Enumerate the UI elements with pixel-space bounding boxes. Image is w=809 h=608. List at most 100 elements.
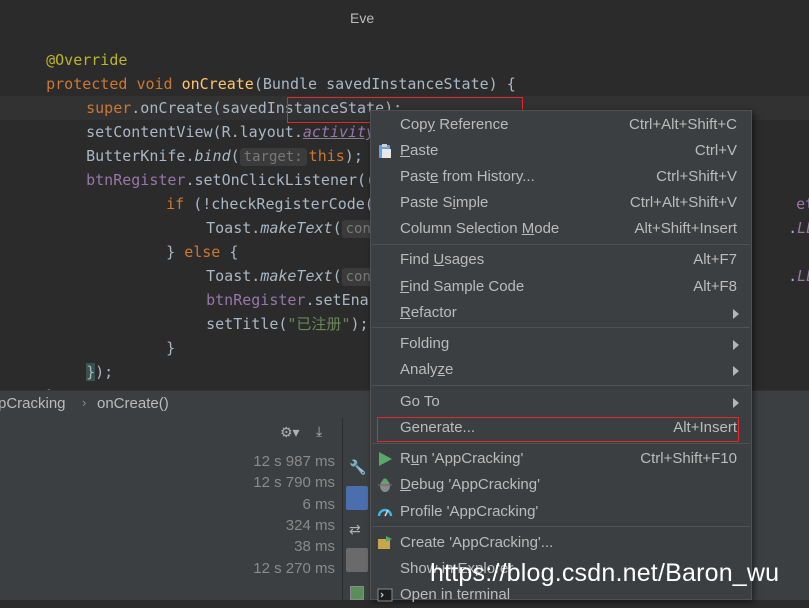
menu-item-create-config[interactable]: Create 'AppCracking'... bbox=[371, 530, 751, 556]
menu-item-debug[interactable]: Debug 'AppCracking' bbox=[371, 472, 751, 498]
timing-value: 12 s 790 ms bbox=[253, 474, 335, 491]
dot: . bbox=[788, 267, 798, 285]
timing-value: 6 ms bbox=[302, 496, 335, 513]
code-line-9[interactable]: } else { bbox=[130, 216, 238, 261]
code-line-6[interactable]: btnRegister.setOnClickListener(( bbox=[50, 144, 375, 189]
shortcut: Alt+Insert bbox=[673, 419, 737, 436]
tool-strip: Eve 🔧 ⇄ bbox=[342, 10, 374, 600]
code-line-10[interactable]: Toast.makeText(conte bbox=[170, 240, 394, 286]
shortcut: Ctrl+Shift+F10 bbox=[640, 450, 737, 467]
menu-item-go-to[interactable]: Go To bbox=[371, 389, 751, 415]
code-line-8[interactable]: Toast.makeText(conte bbox=[170, 192, 394, 238]
menu-item-label: Paste from History... bbox=[400, 168, 535, 185]
menu-item-column-selection-mode[interactable]: Column Selection Mode Alt+Shift+Insert bbox=[371, 216, 751, 242]
chat-icon[interactable] bbox=[346, 486, 368, 510]
menu-item-find-sample-code[interactable]: Find Sample Code Alt+F8 bbox=[371, 274, 751, 300]
menu-item-label: Profile 'AppCracking' bbox=[400, 503, 539, 520]
length-constant: LENGT bbox=[797, 267, 809, 285]
shortcut: Alt+F7 bbox=[693, 251, 737, 268]
menu-item-label: Debug 'AppCracking' bbox=[400, 476, 540, 493]
close-brace: } bbox=[166, 339, 176, 357]
menu-item-label: Paste Simple bbox=[400, 194, 489, 211]
submenu-arrow-icon bbox=[733, 366, 739, 376]
menu-separator bbox=[372, 244, 750, 245]
dot: . bbox=[788, 219, 798, 237]
watermark: https://blog.csdn.net/Baron_wu bbox=[430, 559, 780, 587]
menu-item-paste[interactable]: Paste Ctrl+V bbox=[371, 138, 751, 164]
menu-item-profile[interactable]: Profile 'AppCracking' bbox=[371, 499, 751, 525]
menu-item-label: Refactor bbox=[400, 304, 457, 321]
submenu-arrow-icon bbox=[733, 309, 739, 319]
length-constant: LENGT bbox=[797, 219, 809, 237]
code-line-7[interactable]: if (!checkRegisterCode(e bbox=[130, 168, 383, 213]
import-icon[interactable] bbox=[346, 548, 368, 572]
menu-separator bbox=[372, 327, 750, 328]
menu-item-label: Find Usages bbox=[400, 251, 485, 268]
menu-separator bbox=[372, 526, 750, 527]
open-paren: ( bbox=[332, 219, 342, 237]
timing-value: 38 ms bbox=[294, 538, 335, 555]
code-line-11[interactable]: btnRegister.setEnabl bbox=[170, 264, 387, 309]
menu-item-analyze[interactable]: Analyze bbox=[371, 357, 751, 383]
menu-separator bbox=[372, 443, 750, 444]
timing-value: 324 ms bbox=[285, 517, 335, 534]
submenu-arrow-icon bbox=[733, 340, 739, 350]
menu-item-run[interactable]: Run 'AppCracking' Ctrl+Shift+F10 bbox=[371, 446, 751, 472]
shortcut: Ctrl+Alt+Shift+V bbox=[629, 194, 737, 211]
breadcrumb-separator-icon: › bbox=[82, 395, 87, 410]
menu-item-label: Analyze bbox=[400, 361, 454, 378]
code-line-3[interactable]: super.onCreate(savedInstanceState); bbox=[50, 72, 402, 117]
menu-item-refactor[interactable]: Refactor bbox=[371, 300, 751, 326]
checkbox-icon[interactable] bbox=[350, 586, 364, 600]
run-icon bbox=[379, 452, 392, 466]
code-line-12[interactable]: setTitle("已注册"); bbox=[170, 288, 368, 333]
shortcut: Ctrl+Shift+V bbox=[656, 168, 737, 185]
menu-item-find-usages[interactable]: Find Usages Alt+F7 bbox=[371, 247, 751, 273]
menu-item-label: Go To bbox=[400, 393, 440, 410]
menu-item-paste-from-history[interactable]: Paste from History... Ctrl+Shift+V bbox=[371, 164, 751, 190]
title-string: "已注册" bbox=[287, 315, 351, 333]
shortcut: Alt+F8 bbox=[693, 278, 737, 295]
code-line-8-overflow: .LENGT bbox=[752, 192, 809, 237]
menu-item-label: Create 'AppCracking'... bbox=[400, 534, 554, 551]
debug-icon bbox=[378, 478, 392, 492]
menu-item-paste-simple[interactable]: Paste Simple Ctrl+Alt+Shift+V bbox=[371, 190, 751, 216]
code-line-2[interactable]: protected void onCreate(Bundle savedInst… bbox=[10, 48, 516, 93]
timing-value: 12 s 987 ms bbox=[253, 453, 335, 470]
shortcut: Alt+Shift+Insert bbox=[634, 220, 737, 237]
menu-item-folding[interactable]: Folding bbox=[371, 331, 751, 357]
menu-item-label: Find Sample Code bbox=[400, 278, 525, 295]
menu-item-generate[interactable]: Generate... Alt+Insert bbox=[371, 415, 751, 441]
shortcut: Ctrl+V bbox=[694, 142, 737, 159]
editor-context-menu: Copy Reference Ctrl+Alt+Shift+C Paste Ct… bbox=[370, 110, 752, 603]
code-line-13[interactable]: } bbox=[130, 312, 175, 357]
menu-item-label: Column Selection Mode bbox=[400, 220, 560, 237]
code-line-5[interactable]: ButterKnife.bind(target: this); bbox=[50, 120, 363, 166]
gear-icon[interactable]: ⚙▾ bbox=[280, 425, 300, 441]
menu-item-label: Copy Reference bbox=[400, 116, 509, 133]
swap-icon[interactable]: ⇄ bbox=[349, 522, 361, 538]
code-line-1[interactable]: @Override bbox=[10, 24, 127, 69]
menu-item-copy-reference[interactable]: Copy Reference Ctrl+Alt+Shift+C bbox=[371, 112, 751, 138]
timing-value: 12 s 270 ms bbox=[253, 560, 335, 577]
wrench-icon[interactable]: 🔧 bbox=[349, 460, 366, 476]
code-line-14[interactable]: }); bbox=[50, 336, 113, 381]
download-icon[interactable]: ⤓ bbox=[316, 424, 322, 440]
submenu-arrow-icon bbox=[733, 398, 739, 408]
code-line-15[interactable]: } bbox=[10, 360, 55, 405]
profile-icon bbox=[377, 508, 393, 517]
statement-end: ); bbox=[95, 363, 114, 381]
event-log-tab[interactable]: Eve bbox=[350, 10, 374, 26]
menu-item-label: Run 'AppCracking' bbox=[400, 450, 524, 467]
statement-end: ); bbox=[350, 315, 369, 333]
breadcrumb-method[interactable]: onCreate() bbox=[97, 395, 169, 412]
shortcut: Ctrl+Alt+Shift+C bbox=[629, 116, 737, 133]
close-brace: } bbox=[86, 363, 96, 381]
create-config-icon bbox=[378, 536, 392, 549]
set-title-call: setTitle( bbox=[206, 315, 288, 333]
breadcrumb-class[interactable]: pCracking bbox=[0, 395, 66, 412]
code-line-10-overflow: .LENGT bbox=[752, 240, 809, 285]
make-text-method: makeText bbox=[260, 219, 333, 237]
code-line-7-overflow: etReg bbox=[760, 168, 809, 213]
clipboard-icon bbox=[379, 144, 391, 158]
